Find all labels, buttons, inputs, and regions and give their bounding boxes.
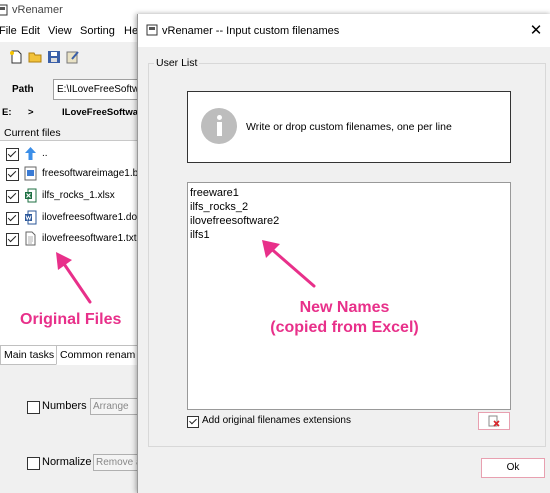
- info-text: Write or drop custom filenames, one per …: [246, 121, 452, 133]
- word-file-icon: [25, 210, 37, 225]
- menu-sorting[interactable]: Sorting: [80, 25, 115, 37]
- main-window-title: vRenamer: [12, 4, 63, 16]
- current-files-label: Current files: [4, 127, 61, 139]
- file-row[interactable]: ilfs_rocks_1.xlsx: [0, 186, 140, 206]
- menu-help[interactable]: He: [124, 25, 138, 37]
- add-extensions-label: Add original filenames extensions: [202, 415, 351, 426]
- annotation-new-names-line1: New Names: [299, 299, 390, 316]
- info-icon: [201, 108, 237, 144]
- menu-edit[interactable]: Edit: [21, 25, 40, 37]
- ok-button[interactable]: Ok: [481, 458, 545, 478]
- name-line: ilovefreesoftware2: [190, 215, 280, 227]
- name-line: freeware1: [190, 187, 239, 199]
- file-name: ilovefreesoftware1.txt: [42, 233, 137, 244]
- custom-filenames-dialog: vRenamer -- Input custom filenames ✕ Use…: [137, 14, 550, 493]
- breadcrumb-drive[interactable]: E:: [2, 107, 12, 118]
- file-row[interactable]: ilovefreesoftware1.do: [0, 208, 140, 228]
- normalize-dropdown[interactable]: Remove a: [93, 454, 140, 471]
- annotation-new-names-line2: (copied from Excel): [270, 319, 419, 336]
- tab-common-rename[interactable]: Common renam: [56, 345, 140, 365]
- user-list-label: User List: [154, 57, 200, 69]
- custom-names-textarea[interactable]: freeware1 ilfs_rocks_2 ilovefreesoftware…: [187, 182, 511, 410]
- new-file-icon[interactable]: [9, 50, 23, 64]
- breadcrumb-folder[interactable]: ILoveFreeSoftware: [62, 107, 147, 118]
- file-checkbox[interactable]: [6, 233, 19, 246]
- normalize-label: Normalize: [42, 456, 92, 468]
- tab-main-tasks[interactable]: Main tasks: [0, 345, 58, 365]
- drop-info-box[interactable]: Write or drop custom filenames, one per …: [187, 91, 511, 163]
- numbers-checkbox[interactable]: [27, 401, 40, 414]
- file-name: freesoftwareimage1.b: [42, 168, 139, 179]
- save-icon[interactable]: [47, 50, 61, 64]
- numbers-label: Numbers: [42, 400, 87, 412]
- breadcrumb-separator: >: [28, 107, 34, 118]
- tab-strip: Main tasks Common renam: [0, 345, 140, 365]
- excel-file-icon: [25, 188, 37, 203]
- file-row[interactable]: freesoftwareimage1.b: [0, 164, 140, 184]
- menu-view[interactable]: View: [48, 25, 72, 37]
- numbers-dropdown[interactable]: Arrange: [90, 398, 140, 415]
- annotation-new-names: New Names (copied from Excel): [138, 298, 550, 338]
- app-icon: [0, 4, 8, 16]
- annotation-arrow-right: [262, 240, 316, 288]
- folder-up-icon: [25, 147, 36, 160]
- annotation-original-files: Original Files: [20, 311, 122, 328]
- text-file-icon: [25, 231, 36, 246]
- path-input[interactable]: E:\ILoveFreeSoftw: [53, 79, 150, 100]
- file-row[interactable]: ..: [0, 144, 140, 164]
- name-line: ilfs1: [190, 229, 210, 241]
- toolbar: [0, 44, 140, 74]
- file-checkbox[interactable]: [6, 168, 19, 181]
- file-checkbox[interactable]: [6, 212, 19, 225]
- name-line: ilfs_rocks_2: [190, 201, 249, 213]
- app-icon: [146, 24, 158, 36]
- path-label: Path: [12, 84, 34, 95]
- image-file-icon: [24, 166, 37, 181]
- option-normalize: Normalize Remove a: [27, 454, 142, 471]
- file-name: ilovefreesoftware1.do: [42, 212, 138, 223]
- open-folder-icon[interactable]: [28, 50, 42, 64]
- edit-list-icon[interactable]: [66, 50, 80, 64]
- file-checkbox[interactable]: [6, 190, 19, 203]
- file-name: ..: [42, 148, 48, 159]
- clear-list-button[interactable]: [478, 412, 510, 430]
- add-extensions-option: Add original filenames extensions: [187, 414, 387, 430]
- normalize-checkbox[interactable]: [27, 457, 40, 470]
- option-numbers: Numbers Arrange: [27, 398, 142, 415]
- dialog-title: vRenamer -- Input custom filenames: [162, 25, 340, 37]
- file-checkbox[interactable]: [6, 148, 19, 161]
- file-row[interactable]: ilovefreesoftware1.txt: [0, 229, 140, 249]
- close-icon[interactable]: ✕: [527, 22, 545, 40]
- annotation-arrow-left: [56, 252, 92, 304]
- clear-icon: [488, 415, 500, 427]
- file-name: ilfs_rocks_1.xlsx: [42, 190, 115, 201]
- add-extensions-checkbox[interactable]: [187, 416, 199, 428]
- menu-file[interactable]: File: [0, 25, 17, 37]
- dialog-title-bar: vRenamer -- Input custom filenames ✕: [138, 14, 550, 47]
